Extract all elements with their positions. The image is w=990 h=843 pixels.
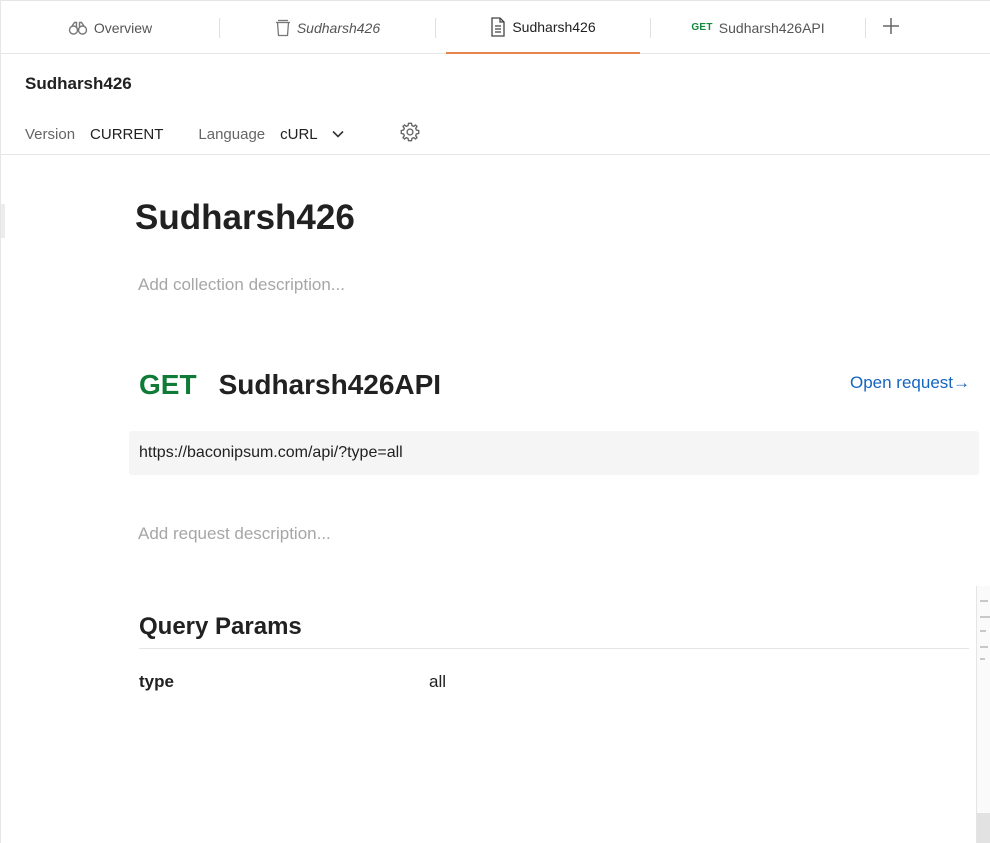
language-select[interactable]: cURL	[280, 126, 344, 143]
request-method: GET	[139, 369, 197, 400]
param-key: type	[139, 672, 174, 691]
version-select[interactable]: CURRENT	[90, 126, 163, 143]
document-icon	[490, 16, 506, 37]
tab-bar: Overview Sudharsh426 Sudharsh426 GET Sud…	[1, 0, 990, 54]
settings-button[interactable]	[398, 122, 422, 146]
tab-overview[interactable]: Overview	[1, 1, 219, 54]
tab-method-badge: GET	[691, 22, 713, 33]
tab-label: Sudharsh426API	[718, 19, 825, 36]
minimap-line	[980, 658, 985, 660]
request-header: GET Sudharsh426API	[139, 365, 973, 405]
minimap-line	[980, 646, 988, 648]
query-params-title: Query Params	[139, 613, 302, 640]
tab-divider	[435, 18, 436, 38]
binoculars-icon	[68, 20, 88, 36]
tab-collection-docs[interactable]: Sudharsh426	[446, 1, 640, 54]
collection-title: Sudharsh426	[25, 74, 132, 93]
tab-label: Overview	[93, 19, 153, 36]
sidebar-resize-handle[interactable]	[1, 204, 5, 238]
plus-icon	[882, 17, 900, 40]
request-name: Sudharsh426API	[218, 369, 442, 400]
scrollbar-thumb[interactable]	[977, 813, 990, 843]
minimap-line	[980, 616, 990, 618]
chevron-down-icon	[332, 130, 344, 138]
request-description-input[interactable]: Add request description...	[138, 524, 331, 544]
trash-icon	[275, 19, 291, 37]
request-url: https://baconipsum.com/api/?type=all	[129, 431, 979, 475]
version-label: Version	[25, 125, 76, 143]
language-label: Language	[198, 125, 266, 143]
doc-title: Sudharsh426	[135, 198, 355, 237]
scrollbar-minimap[interactable]	[976, 586, 990, 843]
gear-icon	[399, 121, 421, 148]
minimap-line	[980, 630, 986, 632]
request-url-text: https://baconipsum.com/api/?type=all	[139, 444, 403, 461]
minimap-line	[980, 600, 988, 602]
section-divider	[139, 648, 969, 649]
add-tab-button[interactable]	[878, 15, 904, 41]
tab-label: Sudharsh426	[512, 18, 596, 35]
tab-divider	[865, 18, 866, 38]
open-request-link[interactable]: Open request→	[850, 373, 970, 393]
header-divider	[1, 154, 990, 155]
tab-label: Sudharsh426	[296, 19, 381, 36]
param-value: all	[429, 672, 447, 691]
tab-collection-trash[interactable]: Sudharsh426	[220, 1, 435, 54]
meta-row: Version CURRENT Language cURL	[25, 120, 344, 148]
app-window: Overview Sudharsh426 Sudharsh426 GET Sud…	[0, 0, 990, 843]
collection-description-input[interactable]: Add collection description...	[138, 275, 345, 295]
tab-request[interactable]: GET Sudharsh426API	[651, 1, 865, 54]
language-value: cURL	[280, 125, 318, 143]
